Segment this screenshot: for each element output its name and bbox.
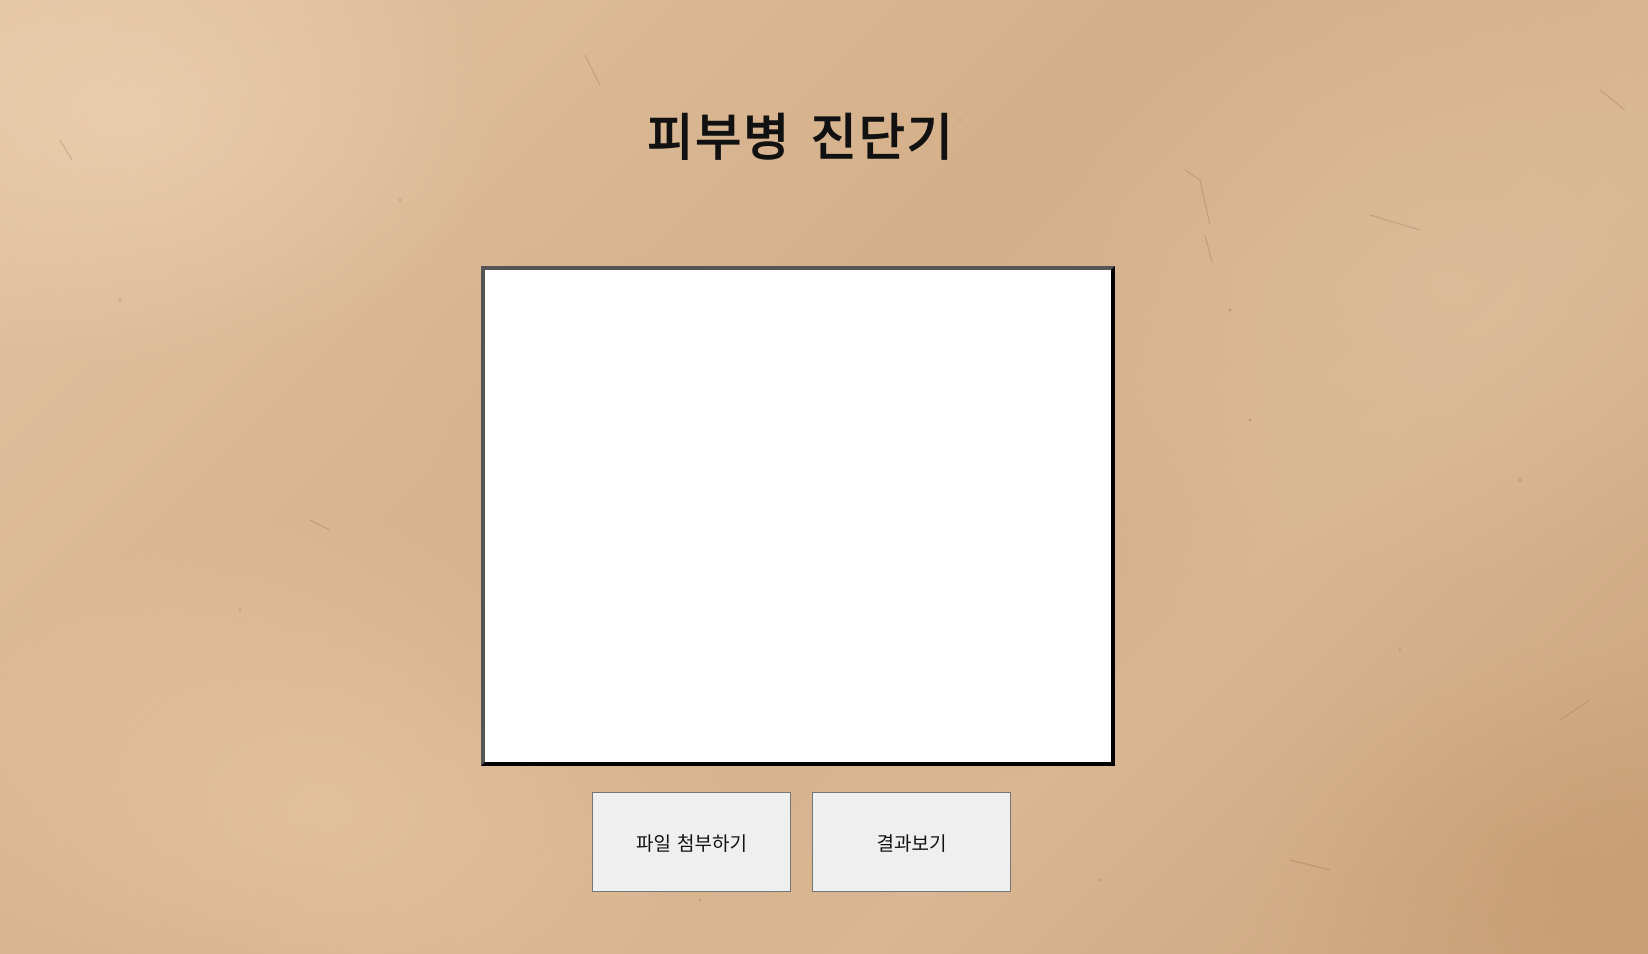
image-preview-area <box>481 266 1115 766</box>
view-result-button[interactable]: 결과보기 <box>812 792 1011 892</box>
attach-file-button[interactable]: 파일 첨부하기 <box>592 792 791 892</box>
page-title: 피부병 진단기 <box>647 109 955 167</box>
